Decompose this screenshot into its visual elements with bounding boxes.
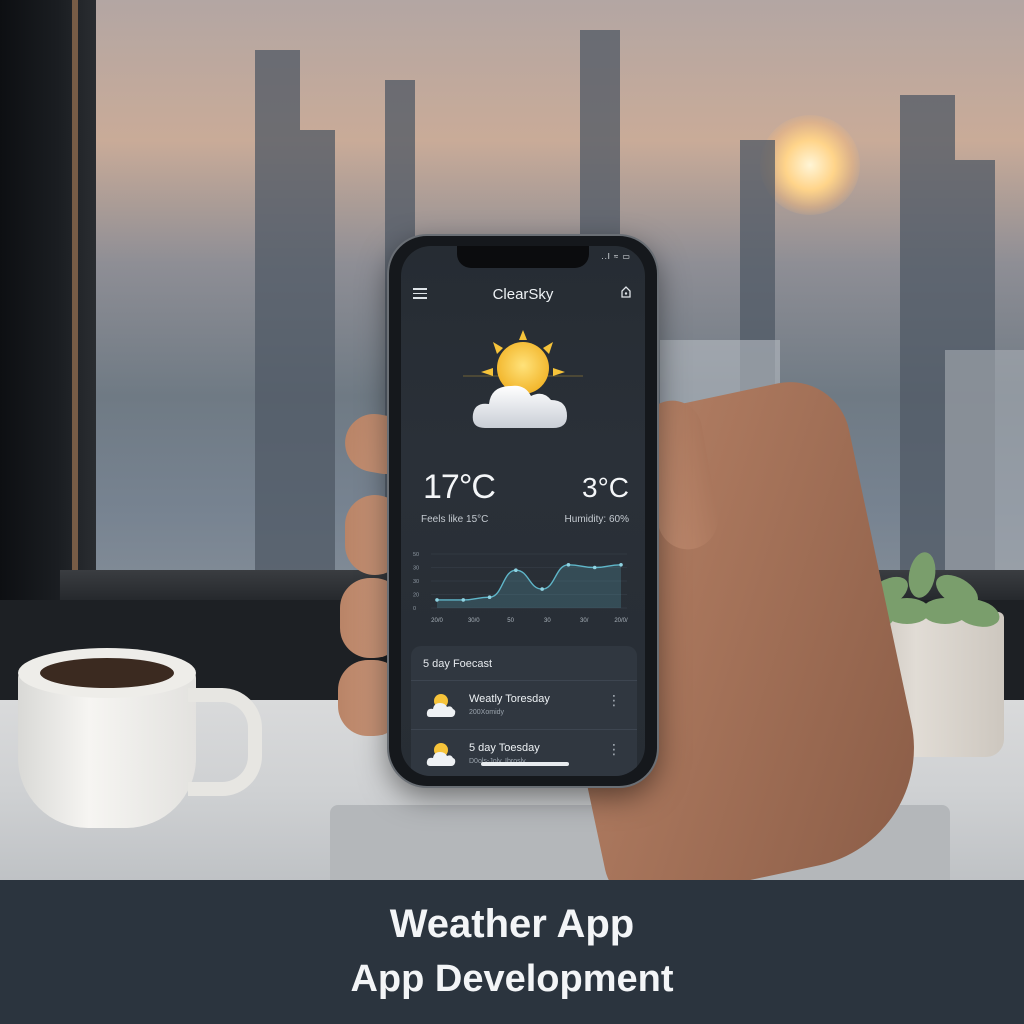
smartphone: ..l ≈ ▭ ClearSky 17°C 3°C Feels like 15°… (389, 236, 657, 786)
humidity-label: Humidity: 60% (564, 514, 629, 525)
chart-y-tick-label: 30 (413, 579, 419, 585)
caption-subtitle: App Development (350, 958, 674, 1000)
home-indicator[interactable] (481, 762, 569, 766)
sunset-sun (760, 115, 860, 215)
chart-y-tick-label: 0 (413, 606, 416, 612)
forecast-title: 5 day Foecast (423, 658, 493, 670)
partly-sunny-icon (426, 694, 456, 717)
phone-screen: ..l ≈ ▭ ClearSky 17°C 3°C Feels like 15°… (401, 246, 645, 776)
chart-point (461, 598, 466, 602)
notch (457, 246, 589, 268)
chart-point (514, 568, 518, 572)
current-temperature: 17°C (423, 468, 496, 506)
feels-like-label: Feels like 15°C (421, 514, 489, 525)
chart-point (540, 587, 544, 591)
skyline-building (945, 350, 1024, 570)
lock-icon[interactable] (619, 285, 633, 299)
chart-x-tick-label: 50 (507, 618, 514, 624)
chart-point (592, 565, 597, 570)
chart-point (619, 563, 623, 567)
chart-x-tick-label: 30/0 (468, 618, 480, 624)
caption-title: Weather App (389, 902, 635, 946)
secondary-temperature: 3°C (582, 472, 629, 503)
coffee-cup (18, 648, 262, 828)
chart-point (487, 595, 492, 599)
chart-x-tick-label: 20/0/ (614, 618, 628, 624)
forecast-row[interactable]: Weatly Toresday 200Xomidy ⋮ (411, 680, 637, 729)
chart-point (435, 598, 439, 602)
more-options-icon[interactable]: ⋮ (607, 742, 621, 756)
chart-x-tick-label: 30/ (580, 618, 589, 624)
chart-x-tick-label: 30 (544, 618, 551, 624)
skyline-building (255, 50, 300, 570)
forecast-day: Weatly Toresday (469, 693, 550, 705)
more-options-icon[interactable]: ⋮ (607, 693, 621, 707)
forecast-row[interactable]: 5 day Toesday D0ols-Joly, Ibrosly ⋮ (411, 729, 637, 776)
chart-y-tick-label: 50 (413, 552, 419, 558)
chart-point (566, 563, 571, 567)
app-bar: ClearSky (401, 276, 645, 312)
caption-bar: Weather App App Development (0, 880, 1024, 1024)
status-bar: ..l ≈ ▭ (601, 252, 631, 261)
chart-area (437, 564, 621, 608)
chart-y-tick-label: 30 (413, 566, 419, 572)
skyline-building (300, 130, 335, 570)
forecast-card: 5 day Foecast Weatly Toresday 200Xomidy … (411, 646, 637, 776)
app-title: ClearSky (492, 286, 554, 303)
partly-sunny-icon (463, 330, 583, 428)
chart-x-tick-label: 20/0 (431, 618, 443, 624)
chart-y-tick-label: 20 (413, 593, 419, 599)
forecast-day: 5 day Toesday (469, 742, 540, 754)
partly-sunny-icon (426, 743, 456, 766)
forecast-detail: 200Xomidy (469, 709, 505, 716)
temperature-chart: 50 30 30 20 0 20/0 30/0 50 30 30/20/0/ (413, 552, 628, 624)
